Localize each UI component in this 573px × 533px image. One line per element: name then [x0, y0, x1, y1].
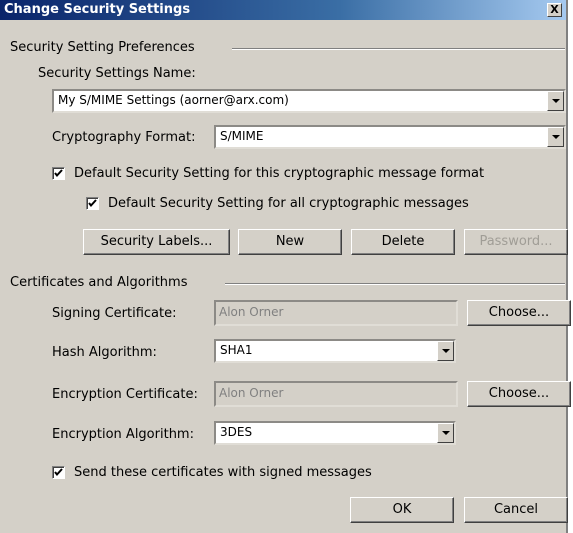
chevron-down-icon[interactable]: [437, 341, 454, 361]
delete-button[interactable]: Delete: [351, 229, 455, 255]
default-format-label[interactable]: Default Security Setting for this crypto…: [74, 166, 484, 181]
encryption-certificate-value: Alon Orner: [219, 386, 284, 400]
cancel-button[interactable]: Cancel: [464, 497, 568, 523]
chevron-down-icon[interactable]: [547, 91, 564, 111]
choose-encryption-certificate-button[interactable]: Choose...: [467, 381, 571, 407]
hash-algorithm-label: Hash Algorithm:: [52, 345, 157, 360]
default-all-label[interactable]: Default Security Setting for all cryptog…: [108, 196, 469, 211]
preferences-group-divider: [232, 48, 565, 50]
chevron-down-icon[interactable]: [437, 423, 454, 443]
send-certificates-checkbox[interactable]: [52, 466, 65, 479]
hash-algorithm-combo[interactable]: SHA1: [214, 339, 456, 363]
cryptography-format-value: S/MIME: [220, 129, 264, 143]
password-button: Password...: [464, 229, 568, 255]
close-button[interactable]: X: [547, 3, 562, 17]
certificates-group-divider: [225, 283, 565, 285]
encryption-algorithm-value: 3DES: [220, 425, 253, 439]
encryption-certificate-label: Encryption Certificate:: [52, 387, 198, 402]
default-all-checkbox[interactable]: [86, 197, 99, 210]
checkmark-icon: [88, 199, 97, 208]
new-button[interactable]: New: [238, 229, 342, 255]
encryption-algorithm-combo[interactable]: 3DES: [214, 421, 456, 445]
dialog-title: Change Security Settings: [4, 2, 191, 17]
security-settings-name-label: Security Settings Name:: [38, 66, 196, 81]
checkmark-icon: [54, 169, 63, 178]
encryption-algorithm-label: Encryption Algorithm:: [52, 427, 194, 442]
security-labels-button[interactable]: Security Labels...: [83, 229, 230, 255]
preferences-group-label: Security Setting Preferences: [10, 40, 195, 55]
cryptography-format-label: Cryptography Format:: [52, 130, 196, 145]
ok-button[interactable]: OK: [350, 497, 454, 523]
default-format-checkbox[interactable]: [52, 167, 65, 180]
checkmark-icon: [54, 468, 63, 477]
signing-certificate-value: Alon Orner: [219, 305, 284, 319]
signing-certificate-field: Alon Orner: [214, 300, 458, 326]
chevron-down-icon[interactable]: [547, 127, 564, 147]
title-bar[interactable]: Change Security Settings X: [0, 0, 566, 20]
hash-algorithm-value: SHA1: [220, 343, 253, 357]
security-settings-name-combo[interactable]: My S/MIME Settings (aorner@arx.com): [52, 89, 566, 113]
choose-signing-certificate-button[interactable]: Choose...: [467, 300, 571, 326]
certificates-group-label: Certificates and Algorithms: [10, 275, 188, 290]
change-security-settings-dialog: Change Security Settings X Security Sett…: [0, 0, 571, 533]
send-certificates-label[interactable]: Send these certificates with signed mess…: [74, 465, 372, 480]
signing-certificate-label: Signing Certificate:: [52, 306, 177, 321]
cryptography-format-combo[interactable]: S/MIME: [214, 125, 566, 149]
encryption-certificate-field: Alon Orner: [214, 381, 458, 407]
close-icon: X: [550, 3, 559, 16]
security-settings-name-value: My S/MIME Settings (aorner@arx.com): [58, 93, 289, 107]
